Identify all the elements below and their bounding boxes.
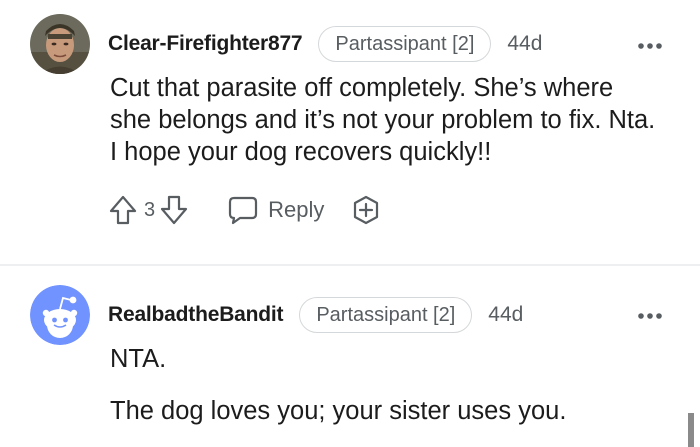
comment-paragraph: The dog loves you; your sister uses you.: [110, 397, 567, 425]
username[interactable]: RealbadtheBandit: [108, 303, 284, 327]
award-plus-icon: [354, 195, 379, 225]
arrow-up-icon: [109, 195, 137, 225]
comment-paragraph: Cut that parasite off completely. She’s …: [110, 74, 656, 166]
comment: Clear-Firefighter877 Partassipant [2] 44…: [0, 0, 700, 266]
comment-paragraph: NTA.: [110, 345, 167, 373]
user-flair: Partassipant [2]: [318, 26, 492, 62]
more-options-button[interactable]: [636, 38, 664, 49]
username[interactable]: Clear-Firefighter877: [108, 32, 303, 56]
comment: RealbadtheBandit Partassipant [2] 44d NT…: [0, 266, 700, 447]
comment-body: NTA. The dog loves you; your sister uses…: [110, 343, 660, 427]
reply-label: Reply: [268, 197, 325, 222]
more-options-button[interactable]: [636, 308, 664, 319]
user-photo-avatar-icon: [30, 14, 90, 74]
comment-body: Cut that parasite off completely. She’s …: [110, 72, 660, 168]
comment-age: 44d: [507, 32, 543, 55]
comment-meta: RealbadtheBandit Partassipant [2] 44d: [108, 297, 523, 333]
vote-count: 3: [144, 198, 156, 221]
comment-meta: Clear-Firefighter877 Partassipant [2] 44…: [108, 26, 542, 62]
award-button[interactable]: [350, 194, 382, 226]
scrollbar-thumb[interactable]: [688, 413, 694, 447]
upvote-button[interactable]: [108, 194, 138, 226]
comment-age: 44d: [488, 303, 524, 326]
comment-actions: 3 Reply: [108, 192, 382, 228]
more-dots-icon: [638, 313, 662, 319]
reply-button[interactable]: Reply: [227, 195, 324, 225]
snoo-avatar-icon: [30, 285, 90, 345]
avatar[interactable]: [30, 14, 90, 74]
user-flair: Partassipant [2]: [299, 297, 473, 333]
speech-bubble-icon: [229, 196, 258, 225]
more-dots-icon: [638, 43, 662, 49]
downvote-button[interactable]: [159, 194, 189, 226]
avatar[interactable]: [30, 285, 90, 345]
arrow-down-icon: [161, 195, 188, 225]
